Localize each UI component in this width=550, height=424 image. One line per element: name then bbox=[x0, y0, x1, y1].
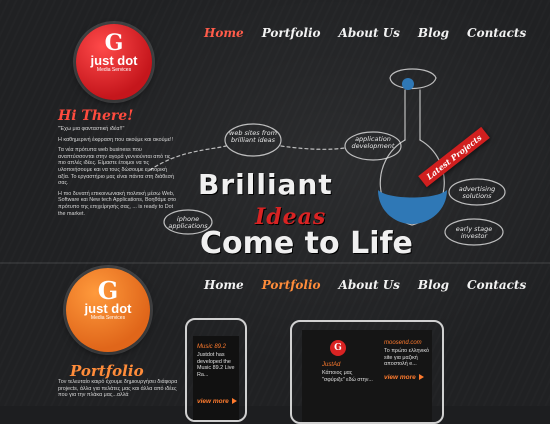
phone-screen: Music 89.2 Justdot has developed the Mus… bbox=[193, 336, 239, 420]
portfolio-heading: Portfolio bbox=[70, 362, 144, 380]
nav2-contacts[interactable]: Contacts bbox=[467, 278, 526, 292]
view-more-music[interactable]: view more bbox=[197, 398, 237, 405]
project-text-moosend: Το πρώτο ελληνικό site για μαζική αποστο… bbox=[384, 348, 429, 367]
project-text-music: Justdot has developed the Music 89.2 Liv… bbox=[197, 352, 235, 378]
note-application-development: application development bbox=[351, 135, 395, 150]
nav2-blog[interactable]: Blog bbox=[418, 278, 449, 292]
hero-line-brilliant: Brilliant bbox=[198, 168, 333, 201]
tablet-screen: G JustAd Κάποιος μας "σφύριξε" εδώ στην.… bbox=[302, 330, 432, 422]
project-title-music[interactable]: Music 89.2 bbox=[197, 344, 226, 350]
note-early-stage-investor: early stage investor bbox=[455, 225, 493, 240]
nav2-about-us[interactable]: About Us bbox=[339, 278, 400, 292]
flask-liquid bbox=[378, 190, 447, 224]
nav2-home[interactable]: Home bbox=[204, 278, 244, 292]
portfolio-copy: Τον τελευταίο καιρό έχουμε δημιουργήσει … bbox=[58, 379, 178, 399]
note-advertising-solutions: advertising solutions bbox=[458, 185, 496, 200]
view-more-moosend-label: view more bbox=[384, 374, 416, 381]
logo-tagline-bottom: Media Services bbox=[90, 315, 126, 321]
note-web-sites: web sites from brilliant ideas bbox=[229, 129, 277, 144]
logo-mark-bottom: G bbox=[97, 276, 119, 305]
phone-mockup: Music 89.2 Justdot has developed the Mus… bbox=[185, 318, 247, 422]
logo-name-bottom: just dot bbox=[84, 301, 132, 316]
chalk-sketch-layer bbox=[149, 68, 506, 246]
logo-bottom[interactable]: G just dot Media Services bbox=[66, 268, 150, 352]
view-more-moosend[interactable]: view more bbox=[384, 374, 424, 381]
bulb-accent bbox=[402, 78, 414, 90]
project-title-moosend[interactable]: moosend.com bbox=[384, 340, 422, 346]
view-more-music-label: view more bbox=[197, 398, 229, 405]
arrow-right-icon bbox=[231, 398, 237, 405]
arrow-right-icon bbox=[418, 374, 424, 381]
mini-logo-icon: G bbox=[330, 340, 346, 356]
project-text-justad: Κάποιος μας "σφύριξε" εδώ στην... bbox=[322, 370, 373, 383]
project-title-justad[interactable]: JustAd bbox=[322, 362, 340, 368]
tablet-mockup: G JustAd Κάποιος μας "σφύριξε" εδώ στην.… bbox=[290, 320, 444, 424]
hero-line-come-to-life: Come to Life bbox=[200, 226, 413, 261]
nav2-portfolio[interactable]: Portfolio bbox=[262, 278, 321, 292]
main-nav-bottom: Home Portfolio About Us Blog Contacts bbox=[204, 278, 544, 292]
